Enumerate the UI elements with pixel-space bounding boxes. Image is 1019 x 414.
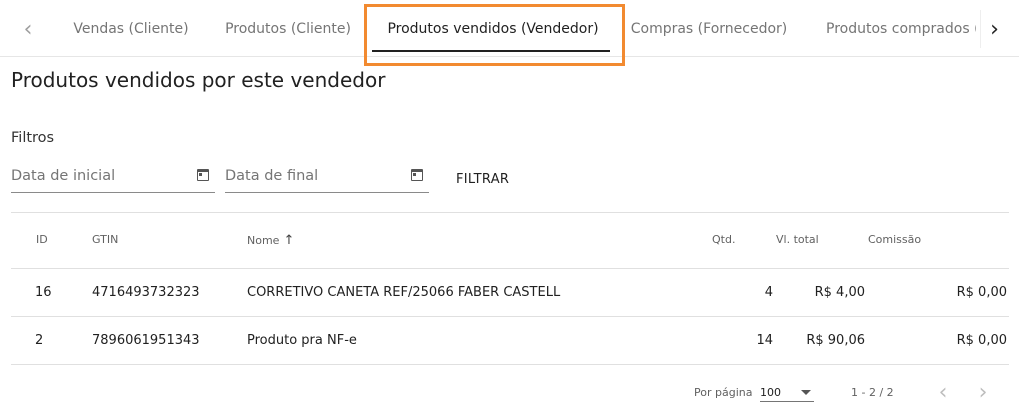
sales-table: ID GTIN Nome ↑ Qtd. Vl. total Comissão 16…: [11, 212, 1009, 365]
tab-vendas-cliente[interactable]: Vendas (Cliente): [60, 0, 202, 57]
tab-produtos-comprados[interactable]: Produtos comprados (Fornecedor): [826, 0, 976, 57]
table-header: ID GTIN Nome ↑ Qtd. Vl. total Comissão: [11, 213, 1009, 269]
tabs-viewport: Vendas (Cliente) Produtos (Cliente) Prod…: [50, 0, 976, 57]
cell-qty: 14: [756, 333, 773, 348]
prev-page-icon[interactable]: ‹: [930, 378, 956, 406]
filter-button[interactable]: FILTRAR: [448, 164, 517, 194]
col-name-header[interactable]: Nome ↑: [247, 233, 294, 248]
cell-qty: 4: [764, 285, 773, 300]
table-row[interactable]: 2 7896061951343 Produto pra NF-e 14 R$ 9…: [11, 317, 1009, 365]
cell-id: 2: [35, 333, 44, 348]
tab-label: Compras (Fornecedor): [630, 20, 788, 37]
active-tab-indicator: [372, 50, 610, 52]
tab-label: Vendas (Cliente): [73, 20, 189, 37]
cell-id: 16: [35, 285, 52, 300]
col-commission-header[interactable]: Comissão: [868, 233, 921, 246]
calendar-icon[interactable]: [197, 169, 209, 181]
end-date-field[interactable]: [225, 163, 429, 193]
col-name-label: Nome: [247, 234, 280, 247]
tab-produtos-vendidos[interactable]: Produtos vendidos (Vendedor): [368, 0, 618, 57]
tab-label: Produtos comprados (Fornecedor): [826, 20, 976, 37]
cell-total: R$ 90,06: [806, 333, 865, 348]
arrow-up-icon[interactable]: ↑: [283, 233, 294, 248]
page-title: Produtos vendidos por este vendedor: [11, 68, 386, 92]
table-row[interactable]: 16 4716493732323 CORRETIVO CANETA REF/25…: [11, 269, 1009, 317]
cell-gtin: 7896061951343: [92, 333, 200, 348]
col-total-header[interactable]: Vl. total: [776, 233, 819, 246]
cell-name: CORRETIVO CANETA REF/25066 FABER CASTELL: [247, 285, 561, 300]
chevron-right-icon[interactable]: ›: [980, 10, 1008, 48]
cell-name: Produto pra NF-e: [247, 333, 357, 348]
tab-bar: ‹ Vendas (Cliente) Produtos (Cliente) Pr…: [0, 0, 1019, 57]
tab-compras-fornecedor[interactable]: Compras (Fornecedor): [625, 0, 793, 57]
tab-label: Produtos (Cliente): [225, 20, 351, 37]
page-range: 1 - 2 / 2: [851, 386, 894, 399]
cell-total: R$ 4,00: [814, 285, 865, 300]
col-qty-header[interactable]: Qtd.: [712, 233, 735, 246]
start-date-field[interactable]: [11, 163, 215, 193]
caret-down-icon: [801, 390, 811, 395]
cell-commission: R$ 0,00: [956, 285, 1007, 300]
start-date-input[interactable]: [11, 163, 181, 189]
per-page-select[interactable]: 100: [760, 382, 814, 402]
pagination-footer: Por página 100 1 - 2 / 2 ‹ ›: [0, 376, 1019, 410]
per-page-value: 100: [760, 386, 781, 399]
next-page-icon[interactable]: ›: [970, 378, 996, 406]
per-page-label: Por página: [694, 386, 753, 399]
chevron-left-icon[interactable]: ‹: [14, 10, 42, 48]
tab-produtos-cliente[interactable]: Produtos (Cliente): [216, 0, 360, 57]
calendar-icon[interactable]: [411, 169, 423, 181]
col-gtin-header[interactable]: GTIN: [92, 233, 118, 246]
cell-gtin: 4716493732323: [92, 285, 200, 300]
tab-label: Produtos vendidos (Vendedor): [387, 20, 599, 37]
filters-label: Filtros: [11, 130, 55, 146]
cell-commission: R$ 0,00: [956, 333, 1007, 348]
app-root: ‹ Vendas (Cliente) Produtos (Cliente) Pr…: [0, 0, 1019, 414]
col-id-header[interactable]: ID: [36, 233, 48, 246]
end-date-input[interactable]: [225, 163, 395, 189]
